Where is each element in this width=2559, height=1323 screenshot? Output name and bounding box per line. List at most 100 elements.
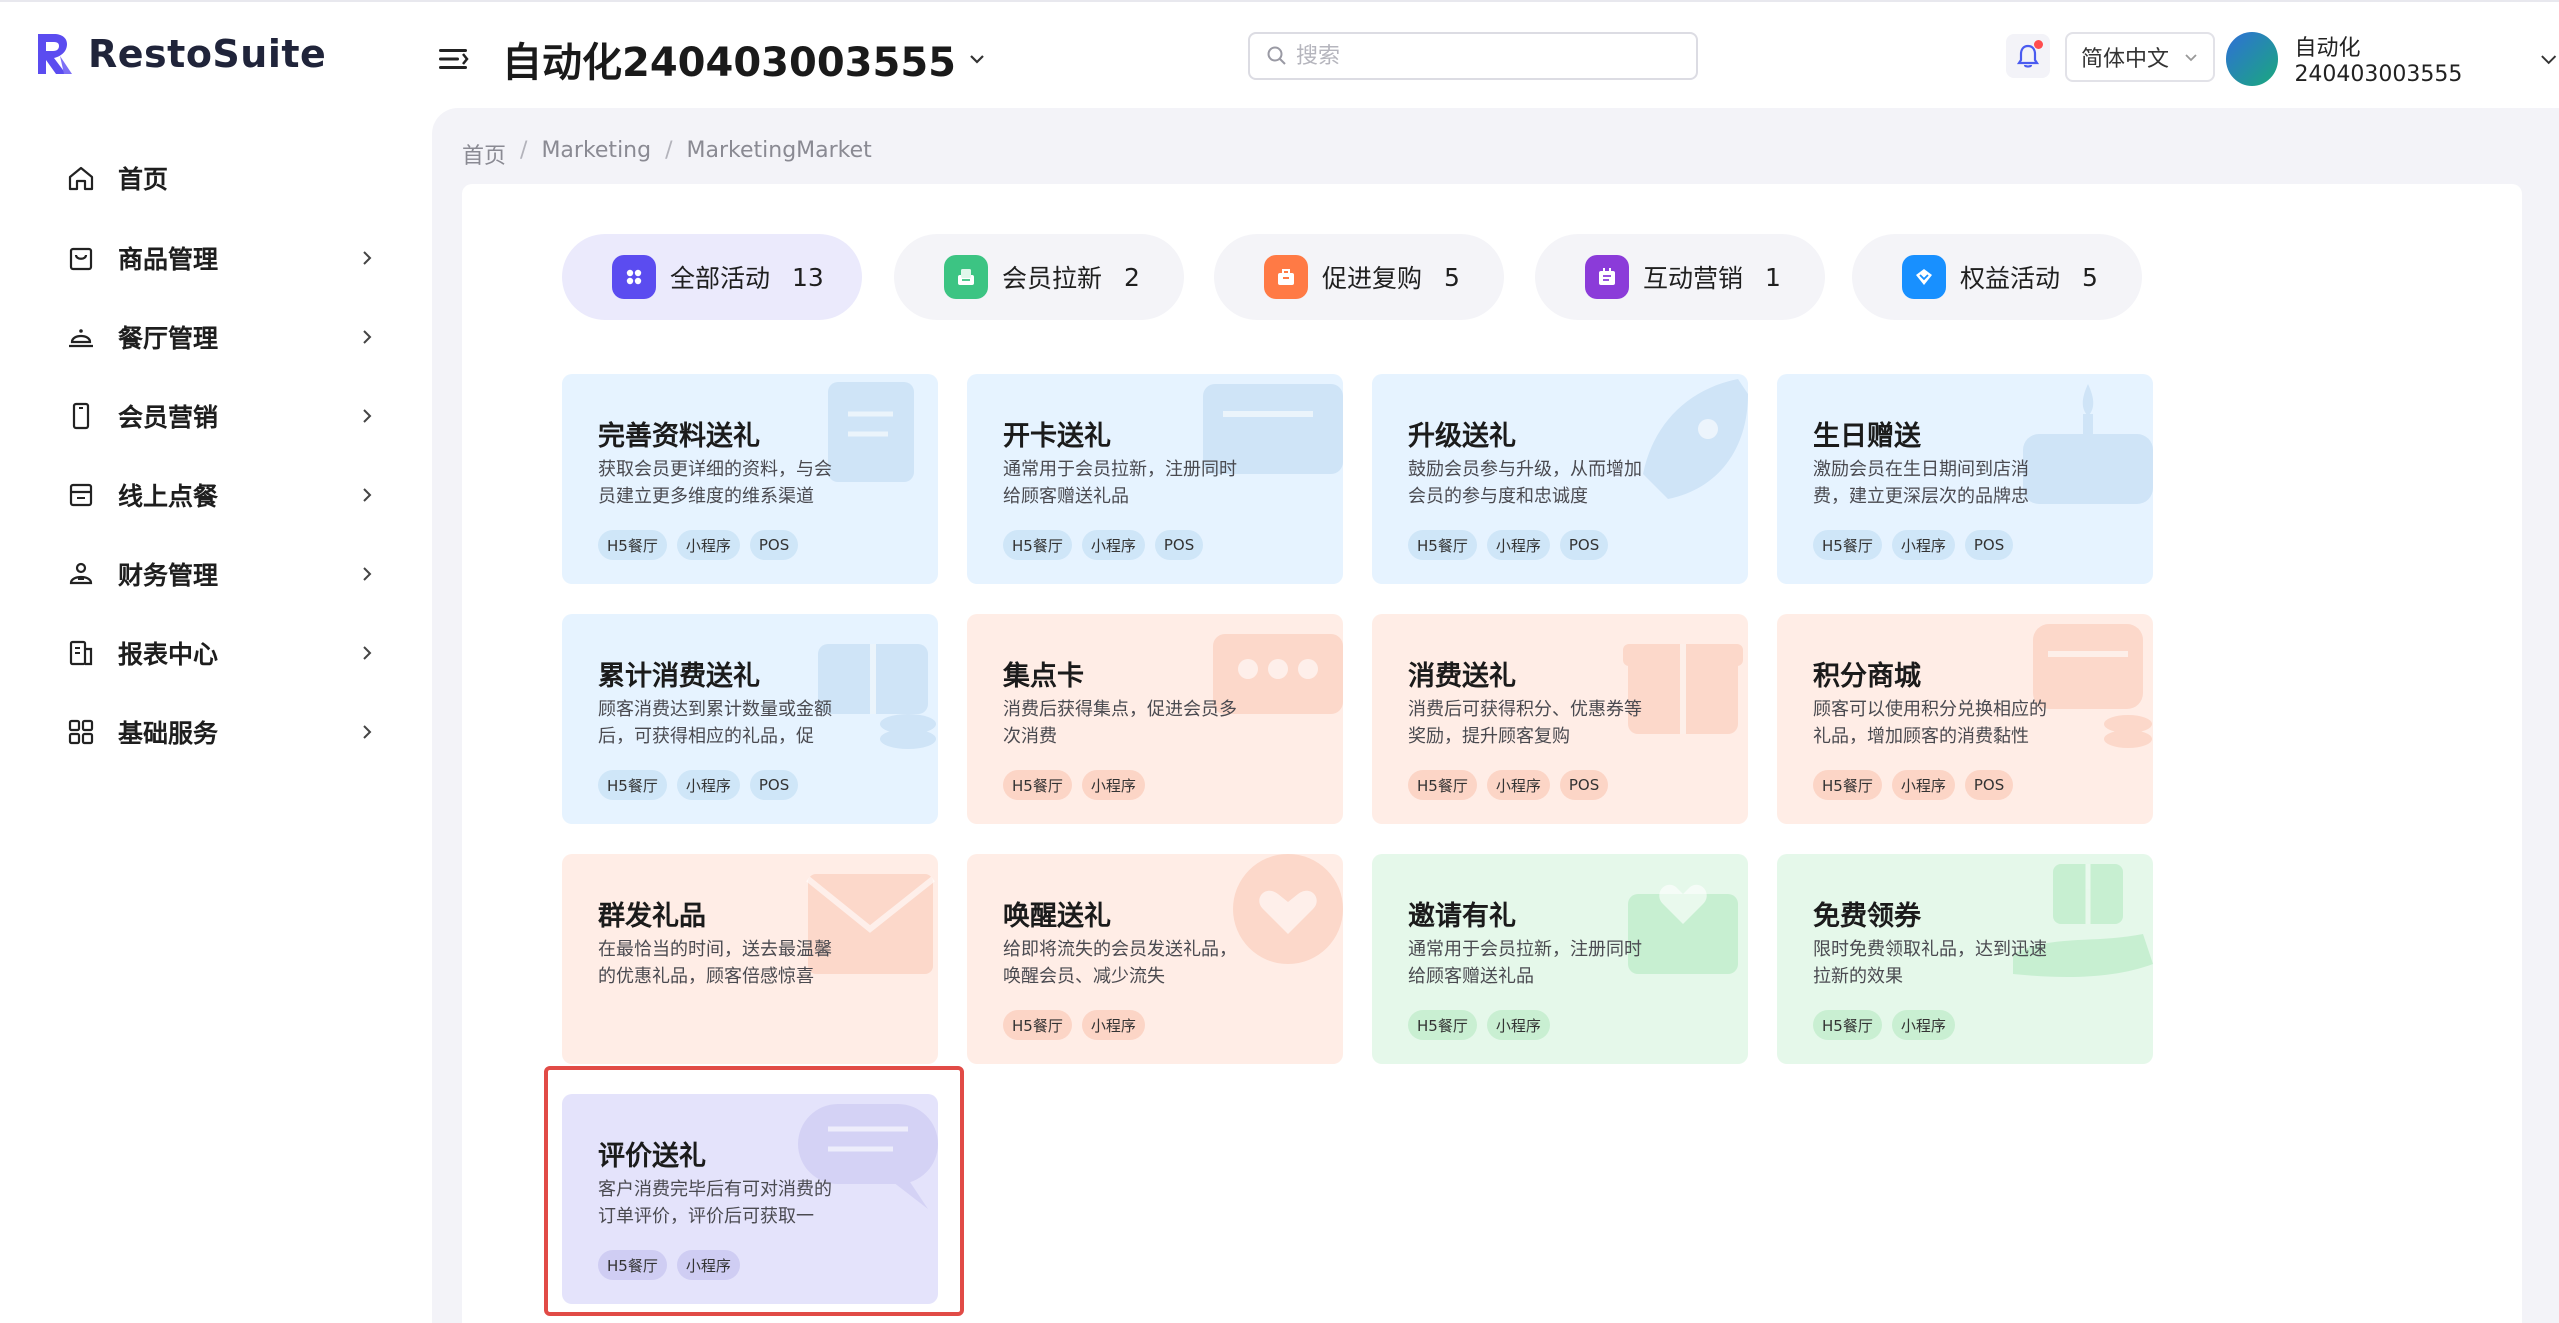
activity-card[interactable]: 开卡送礼 通常用于会员拉新，注册同时给顾客赠送礼品 H5餐厅 小程序 POS [967, 374, 1343, 584]
activity-card[interactable]: 升级送礼 鼓励会员参与升级，从而增加会员的参与度和忠诚度 H5餐厅 小程序 POS [1372, 374, 1748, 584]
breadcrumb-marketing[interactable]: Marketing [541, 138, 651, 170]
sidebar-item-1[interactable]: 首页 [66, 148, 376, 208]
card-description: 顾客可以使用积分兑换相应的礼品，增加顾客的消费黏性 [1813, 699, 2047, 747]
channel-tag: 小程序 [1486, 770, 1550, 800]
tab-5[interactable]: 权益活动 5 [1852, 234, 2142, 320]
activity-card[interactable]: 唤醒送礼给即将流失的会员发送礼品，唤醒会员、减少流失 H5餐厅 小程序 [967, 854, 1343, 1064]
sidebar-item-label: 财务管理 [118, 561, 219, 590]
avatar [2226, 31, 2279, 86]
channel-tag: 小程序 [1891, 530, 1955, 560]
activity-card[interactable]: 集点卡 消费后获得集点，促进会员多次消费 H5餐厅 小程序 [967, 614, 1343, 824]
card-title: 完善资料送礼 [598, 421, 760, 452]
card-title: 集点卡 [1003, 661, 1084, 692]
menu-toggle-icon[interactable] [436, 42, 470, 76]
chevron-down-icon [2185, 54, 2197, 62]
card-tags: H5餐厅 小程序 [1408, 1010, 1550, 1040]
store-selector[interactable]: 自动化240403003555 [502, 30, 988, 88]
activity-card[interactable]: 消费送礼 消费后可获得积分、优惠券等奖励，提升顾客复购 H5餐厅 小程序 POS [1372, 614, 1748, 824]
tab-4[interactable]: 互动营销 1 [1535, 234, 1825, 320]
tab-count: 1 [1765, 262, 1781, 292]
card-title: 唤醒送礼 [1003, 901, 1111, 932]
user-menu[interactable]: 自动化240403003555 [2226, 30, 2559, 87]
channel-tag: H5餐厅 [1003, 530, 1072, 560]
channel-tag: H5餐厅 [1003, 1010, 1072, 1040]
activity-card[interactable]: 累计消费送礼顾客消费达到累计数量或金额后，可获得相应的礼品，促进... H5餐厅小… [562, 614, 938, 824]
chevron-down-icon [2540, 54, 2556, 64]
channel-tag: 小程序 [1081, 530, 1145, 560]
breadcrumb-home[interactable]: 首页 [462, 138, 506, 170]
activity-card[interactable]: 积分商城顾客可以使用积分兑换相应的礼品，增加顾客的消费黏性 H5餐厅 小程序 POS [1777, 614, 2153, 824]
channel-tag: POS [749, 770, 799, 800]
card-description: 在最恰当的时间，送去最温馨的优惠礼品，顾客倍感惊喜 [598, 939, 832, 987]
card-tags: H5餐厅 小程序 POS [1813, 770, 2014, 800]
tab-3[interactable]: 促进复购 5 [1214, 234, 1504, 320]
chevron-right-icon [363, 725, 372, 739]
search-box[interactable] [1248, 32, 1698, 80]
channel-tag: POS [1964, 770, 2014, 800]
sidebar-item-label: 线上点餐 [118, 482, 219, 511]
card-description: 顾客消费达到累计数量或金额后，可获得相应的礼品，促进... [598, 699, 832, 747]
activity-card[interactable]: 完善资料送礼 获取会员更详细的资料，与会员建立更多维度的维系渠道 H5餐厅 小程序 PO… [562, 374, 938, 584]
breadcrumb-current: MarketingMarket [686, 138, 872, 163]
activity-card[interactable]: 评价送礼客户消费完毕后有可对消费的订单评价，评价后可获取一定... H5餐厅小程序 [562, 1094, 938, 1304]
channel-tag: POS [1559, 530, 1609, 560]
tab-label: 全部活动 [670, 264, 771, 293]
card-tags: H5餐厅 小程序 POS [1813, 530, 2014, 560]
chevron-right-icon [363, 646, 372, 660]
card-tags: H5餐厅 小程序 POS [598, 770, 799, 800]
sidebar-item-7[interactable]: 报表中心 [66, 623, 376, 683]
chevron-right-icon [363, 488, 372, 502]
sidebar-item-4[interactable]: 会员营销 [66, 386, 376, 446]
search-input[interactable] [1296, 43, 1676, 69]
tab-count: 5 [1444, 262, 1460, 292]
card-description: 给即将流失的会员发送礼品，唤醒会员、减少流失 [1003, 939, 1237, 987]
language-select[interactable]: 简体中文 [2065, 32, 2215, 82]
card-description: 消费后可获得积分、优惠券等奖励，提升顾客复购 [1408, 699, 1642, 747]
card-description: 客户消费完毕后有可对消费的订单评价，评价后可获取一定... [598, 1179, 832, 1227]
report-icon [69, 640, 93, 666]
member-acquire-icon [944, 255, 988, 299]
sidebar-item-label: 报表中心 [118, 640, 219, 669]
restaurant-bell-icon [69, 329, 93, 348]
activity-card[interactable]: 邀请有礼 通常用于会员拉新，注册同时给顾客赠送礼品 H5餐厅 小程序 [1372, 854, 1748, 1064]
card-tags: H5餐厅 小程序 [1003, 770, 1145, 800]
activity-card[interactable]: 免费领券 限时免费领取礼品，达到迅速拉新的效果 H5餐厅 小程序 [1777, 854, 2153, 1064]
channel-tag: 小程序 [1486, 1010, 1550, 1040]
tab-1[interactable]: 全部活动 13 [562, 234, 862, 320]
benefit-icon [1902, 255, 1946, 299]
sidebar-item-8[interactable]: 基础服务 [66, 702, 376, 762]
card-description: 通常用于会员拉新，注册同时给顾客赠送礼品 [1408, 939, 1642, 987]
notification-button[interactable] [2006, 34, 2050, 78]
marketing-panel: 全部活动 13 会员拉新 2 促进复购 5 互动营销 1 权益活动 5 完善资料送礼 获取会员更详细的… [462, 184, 2522, 1323]
sidebar: 首页商品管理餐厅管理会员营销线上点餐财务管理报表中心基础服务 [0, 108, 430, 1323]
channel-tag: H5餐厅 [1813, 770, 1882, 800]
online-order-icon [69, 483, 93, 507]
sidebar-item-label: 餐厅管理 [118, 324, 219, 353]
card-title: 开卡送礼 [1003, 421, 1111, 452]
home-icon [68, 166, 94, 191]
chevron-right-icon [363, 330, 372, 344]
search-icon [1267, 46, 1286, 65]
sidebar-item-6[interactable]: 财务管理 [66, 544, 376, 604]
card-title: 积分商城 [1813, 661, 1921, 692]
chevron-right-icon [363, 567, 372, 581]
sidebar-item-5[interactable]: 线上点餐 [66, 465, 376, 525]
activity-card[interactable]: 群发礼品 在最恰当的时间，送去最温馨的优惠礼品，顾客倍感惊喜 [562, 854, 938, 1064]
channel-tag: H5餐厅 [1003, 770, 1072, 800]
channel-tag: POS [1559, 770, 1609, 800]
card-description: 鼓励会员参与升级，从而增加会员的参与度和忠诚度 [1408, 459, 1642, 507]
card-description: 激励会员在生日期间到店消费，建立更深层次的品牌忠诚... [1813, 459, 2029, 507]
member-card-icon [72, 402, 90, 430]
sidebar-item-2[interactable]: 商品管理 [66, 228, 376, 288]
brand-logo[interactable]: RestoSuite [34, 32, 326, 76]
channel-tag: 小程序 [1081, 1010, 1145, 1040]
tab-2[interactable]: 会员拉新 2 [894, 234, 1184, 320]
all-activities-icon [612, 255, 656, 299]
grid-services-icon [68, 719, 94, 745]
sidebar-item-3[interactable]: 餐厅管理 [66, 307, 376, 367]
channel-tag: 小程序 [676, 1250, 740, 1280]
channel-tag: H5餐厅 [1408, 530, 1477, 560]
tab-count: 5 [2082, 262, 2098, 292]
activity-card[interactable]: 生日赠送激励会员在生日期间到店消费，建立更深层次的品牌忠诚... H5餐厅小程序 P… [1777, 374, 2153, 584]
channel-tag: H5餐厅 [1813, 1010, 1882, 1040]
